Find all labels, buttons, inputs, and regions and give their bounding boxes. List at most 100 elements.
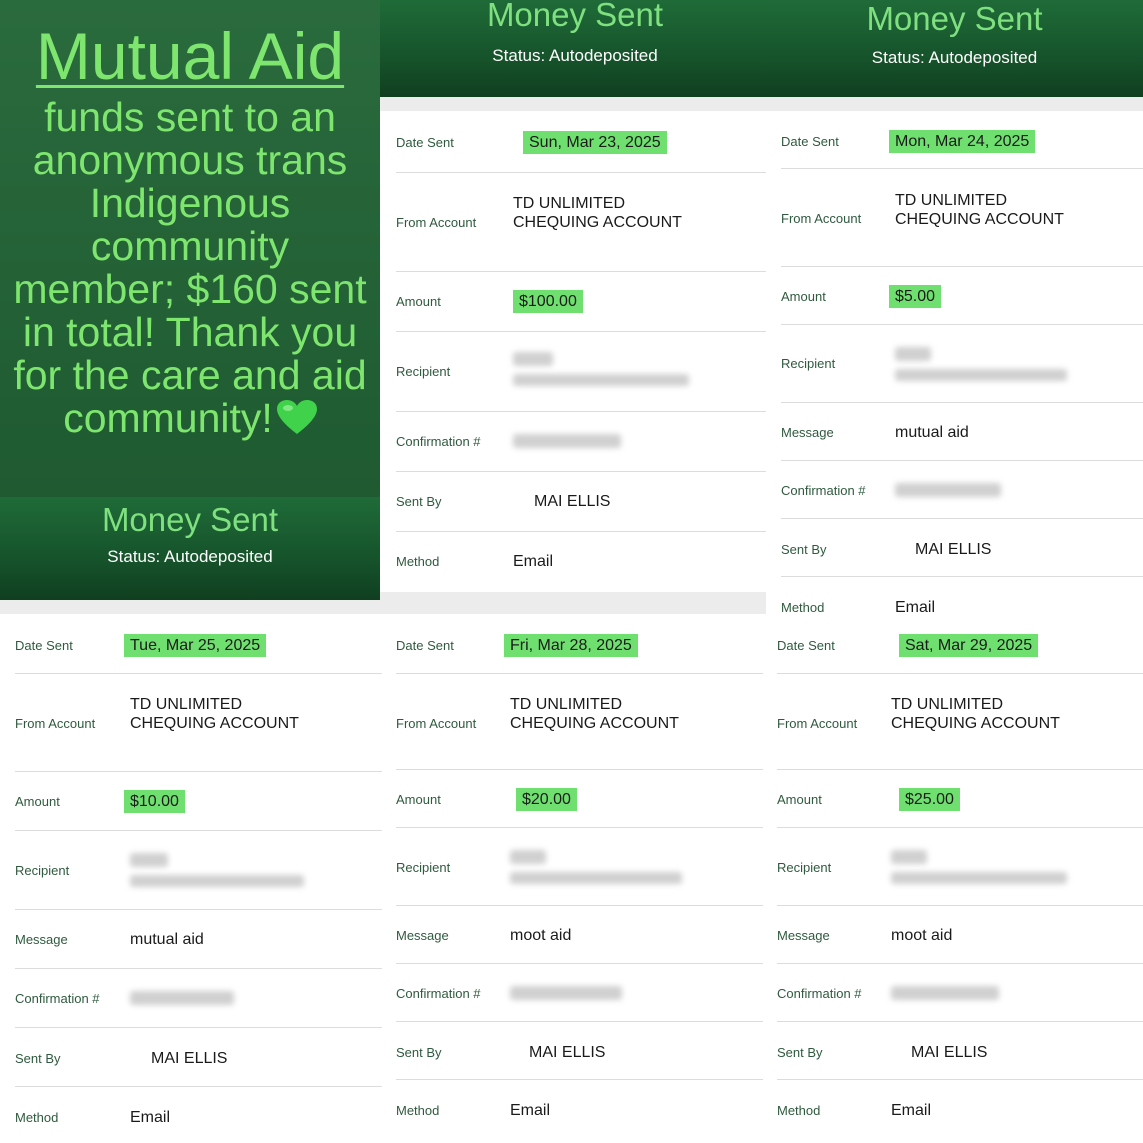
- amount-value: $10.00: [124, 790, 185, 813]
- method-value: Email: [510, 1102, 551, 1119]
- header-panel-left: Money Sent Status: Autodeposited: [0, 497, 380, 600]
- separator: [380, 97, 1143, 111]
- recipient-redacted: [513, 352, 553, 366]
- recipient-redacted: [891, 850, 927, 864]
- status-text: Status: Autodeposited: [871, 48, 1038, 67]
- recipient-label: Recipient: [15, 863, 70, 878]
- from-account-value: TD UNLIMITED CHEQUING ACCOUNT: [891, 696, 1060, 732]
- money-sent-title: Money Sent: [486, 0, 664, 33]
- method-value: Email: [130, 1109, 171, 1126]
- recipient-label: Recipient: [396, 860, 451, 875]
- recipient-label: Recipient: [777, 860, 832, 875]
- recipient-email-redacted: [513, 374, 689, 386]
- date-sent-label: Date Sent: [396, 638, 454, 653]
- recipient-email-redacted: [891, 872, 1067, 884]
- from-account-value: TD UNLIMITED CHEQUING ACCOUNT: [513, 195, 682, 231]
- amount-label: Amount: [396, 792, 441, 807]
- confirmation-redacted: [895, 483, 1001, 497]
- from-account-label: From Account: [396, 716, 477, 731]
- money-sent-title: Money Sent: [101, 501, 279, 538]
- title-body: funds sent to an anonymous trans Indigen…: [0, 96, 380, 440]
- method-label: Method: [777, 1103, 821, 1118]
- amount-label: Amount: [396, 294, 441, 309]
- sent-by-label: Sent By: [15, 1051, 61, 1066]
- amount-label: Amount: [15, 794, 60, 809]
- date-sent-value: Mon, Mar 24, 2025: [889, 130, 1036, 153]
- confirmation-label: Confirmation #: [781, 483, 866, 498]
- money-sent-title: Money Sent: [866, 0, 1043, 37]
- date-sent-label: Date Sent: [781, 134, 839, 149]
- confirmation-label: Confirmation #: [15, 991, 100, 1006]
- sent-by-value: MAI ELLIS: [534, 493, 611, 510]
- amount-value: $5.00: [889, 285, 942, 308]
- from-account-value: TD UNLIMITED CHEQUING ACCOUNT: [510, 696, 679, 732]
- sent-by-label: Sent By: [777, 1045, 823, 1060]
- recipient-email-redacted: [895, 369, 1067, 381]
- transfer-card-mar23: Date Sent Sun, Mar 23, 2025 From Account T…: [380, 111, 766, 592]
- sent-by-label: Sent By: [781, 542, 827, 557]
- message-value: mutual aid: [895, 424, 969, 441]
- message-label: Message: [777, 928, 830, 943]
- message-value: moot aid: [510, 927, 572, 944]
- amount-label: Amount: [781, 289, 826, 304]
- recipient-redacted: [895, 347, 931, 361]
- amount-label: Amount: [777, 792, 822, 807]
- transfer-card-mar29: Date Sent Sat, Mar 29, 2025 From Account T…: [763, 614, 1143, 1143]
- method-label: Method: [396, 554, 440, 569]
- message-label: Message: [396, 928, 449, 943]
- confirmation-redacted: [891, 986, 999, 1000]
- from-account-label: From Account: [15, 716, 96, 731]
- sent-by-value: MAI ELLIS: [529, 1044, 606, 1061]
- recipient-redacted: [130, 853, 168, 867]
- message-value: moot aid: [891, 927, 953, 944]
- header-panel-right: Money Sent Status: Autodeposited: [766, 0, 1143, 97]
- separator: [0, 600, 380, 614]
- method-value: Email: [891, 1102, 932, 1119]
- date-sent-value: Fri, Mar 28, 2025: [504, 634, 638, 657]
- recipient-email-redacted: [130, 875, 304, 887]
- message-label: Message: [15, 932, 68, 947]
- amount-value: $25.00: [899, 788, 960, 811]
- transfer-card-mar25: Date Sent Tue, Mar 25, 2025 From Account T…: [0, 614, 382, 1143]
- confirmation-redacted: [510, 986, 622, 1000]
- from-account-value: TD UNLIMITED CHEQUING ACCOUNT: [130, 696, 299, 732]
- confirmation-label: Confirmation #: [777, 986, 862, 1001]
- message-label: Message: [781, 425, 834, 440]
- sent-by-value: MAI ELLIS: [151, 1050, 228, 1067]
- confirmation-label: Confirmation #: [396, 986, 481, 1001]
- sent-by-value: MAI ELLIS: [911, 1044, 988, 1061]
- amount-value: $20.00: [516, 788, 577, 811]
- sent-by-label: Sent By: [396, 494, 442, 509]
- from-account-value: TD UNLIMITED CHEQUING ACCOUNT: [895, 192, 1064, 228]
- from-account-label: From Account: [781, 211, 862, 226]
- status-text: Status: Autodeposited: [107, 547, 273, 566]
- title-body-text: funds sent to an anonymous trans Indigen…: [13, 94, 367, 441]
- method-label: Method: [781, 600, 825, 615]
- method-value: Email: [513, 553, 554, 570]
- status-text: Status: Autodeposited: [492, 46, 658, 65]
- transfer-card-mar28: Date Sent Fri, Mar 28, 2025 From Account T…: [382, 614, 763, 1143]
- confirmation-redacted: [130, 991, 234, 1005]
- transfer-card-mar24: Date Sent Mon, Mar 24, 2025 From Account T…: [766, 111, 1143, 616]
- message-value: mutual aid: [130, 931, 204, 948]
- separator: [380, 592, 766, 614]
- header-panel-middle: Money Sent Status: Autodeposited: [380, 0, 770, 97]
- date-sent-value: Tue, Mar 25, 2025: [124, 634, 267, 657]
- date-sent-label: Date Sent: [396, 135, 454, 150]
- method-label: Method: [396, 1103, 440, 1118]
- date-sent-label: Date Sent: [15, 638, 73, 653]
- from-account-label: From Account: [777, 716, 858, 731]
- recipient-label: Recipient: [781, 356, 836, 371]
- amount-value: $100.00: [513, 290, 583, 313]
- confirmation-label: Confirmation #: [396, 434, 481, 449]
- title-heading: Mutual Aid: [35, 19, 345, 93]
- method-label: Method: [15, 1110, 59, 1125]
- title-panel: Mutual Aid funds sent to an anonymous tr…: [0, 0, 380, 497]
- date-sent-value: Sat, Mar 29, 2025: [899, 634, 1039, 657]
- green-heart-icon: [276, 400, 317, 434]
- sent-by-value: MAI ELLIS: [915, 541, 992, 558]
- recipient-label: Recipient: [396, 364, 451, 379]
- recipient-redacted: [510, 850, 546, 864]
- sent-by-label: Sent By: [396, 1045, 442, 1060]
- date-sent-value: Sun, Mar 23, 2025: [523, 131, 667, 154]
